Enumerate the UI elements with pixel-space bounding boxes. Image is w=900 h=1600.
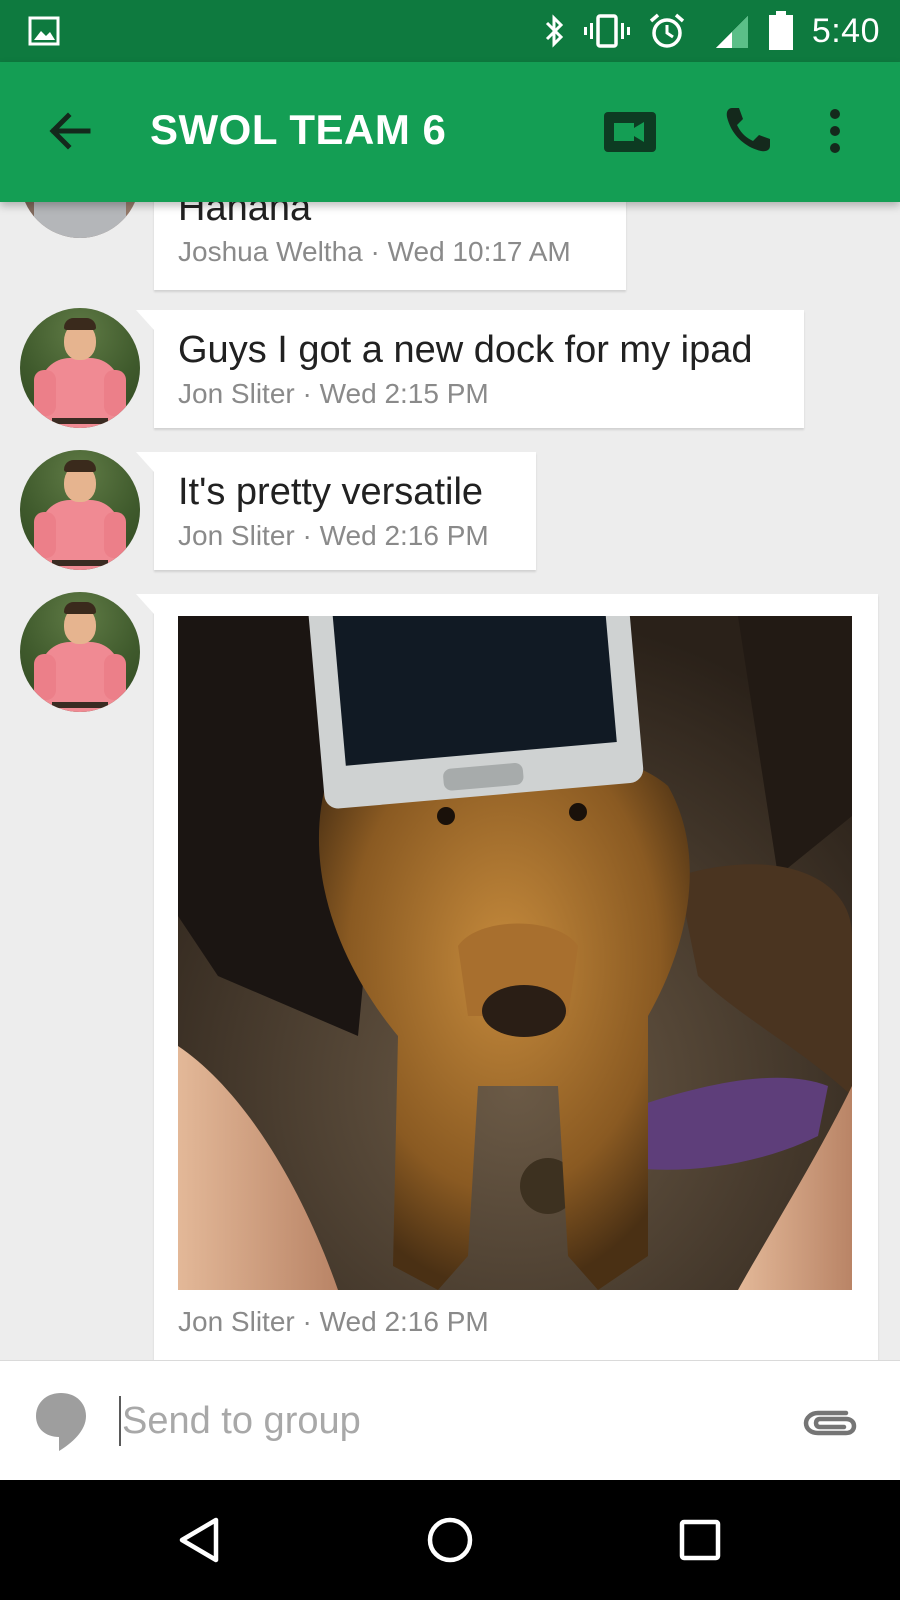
attachment-icon[interactable]: [802, 1401, 858, 1441]
status-bar: 5:40: [0, 0, 900, 62]
more-vert-icon[interactable]: [822, 106, 848, 156]
message-meta: Jon Sliter · Wed 2:16 PM: [178, 1306, 489, 1337]
message-bubble[interactable]: Hahaha Joshua Weltha · Wed 10:17 AM: [154, 202, 626, 290]
avatar[interactable]: [20, 592, 140, 712]
message-text: Hahaha: [178, 202, 312, 229]
dog-with-ipad-photo: [178, 616, 852, 1290]
message-bubble[interactable]: Guys I got a new dock for my ipad Jon Sl…: [136, 310, 804, 428]
bluetooth-icon: [545, 14, 563, 48]
alarm-icon: [649, 13, 684, 48]
clock: 5:40: [811, 11, 880, 50]
message-text: Guys I got a new dock for my ipad: [178, 329, 753, 371]
back-nav-icon[interactable]: [170, 1510, 230, 1570]
back-arrow-icon[interactable]: [46, 106, 96, 156]
message-input[interactable]: [120, 1389, 760, 1453]
message-composer: [0, 1360, 900, 1480]
image-notification-icon: [28, 16, 60, 46]
message-item: Guys I got a new dock for my ipad Jon Sl…: [0, 308, 900, 428]
avatar[interactable]: KANSAS: [20, 202, 140, 238]
avatar[interactable]: [20, 308, 140, 428]
app-bar: SWOL TEAM 6: [0, 62, 900, 202]
message-item: Jon Sliter · Wed 2:16 PM: [0, 592, 900, 1360]
conversation-list[interactable]: KANSAS Hahaha Joshua Weltha · Wed 10:17 …: [0, 202, 900, 1360]
system-navigation-bar: [0, 1480, 900, 1600]
battery-icon: [768, 11, 793, 50]
message-item: It's pretty versatile Jon Sliter · Wed 2…: [0, 450, 900, 570]
emoji-icon[interactable]: [34, 1391, 88, 1453]
message-text: It's pretty versatile: [178, 471, 484, 513]
message-bubble[interactable]: Jon Sliter · Wed 2:16 PM: [136, 594, 878, 1360]
message-item: KANSAS Hahaha Joshua Weltha · Wed 10:17 …: [0, 202, 900, 290]
vibrate-icon: [583, 14, 630, 48]
message-meta: Jon Sliter · Wed 2:15 PM: [178, 378, 489, 409]
video-call-icon[interactable]: [604, 110, 656, 154]
message-meta: Joshua Weltha · Wed 10:17 AM: [178, 236, 571, 267]
lte-signal-icon: [715, 16, 748, 48]
avatar[interactable]: [20, 450, 140, 570]
photo-attachment[interactable]: [178, 616, 852, 1290]
recents-nav-icon[interactable]: [670, 1510, 730, 1570]
conversation-title: SWOL TEAM 6: [150, 106, 447, 153]
home-nav-icon[interactable]: [420, 1510, 480, 1570]
phone-icon[interactable]: [722, 104, 774, 156]
message-bubble[interactable]: It's pretty versatile Jon Sliter · Wed 2…: [136, 452, 536, 570]
message-meta: Jon Sliter · Wed 2:16 PM: [178, 520, 489, 551]
